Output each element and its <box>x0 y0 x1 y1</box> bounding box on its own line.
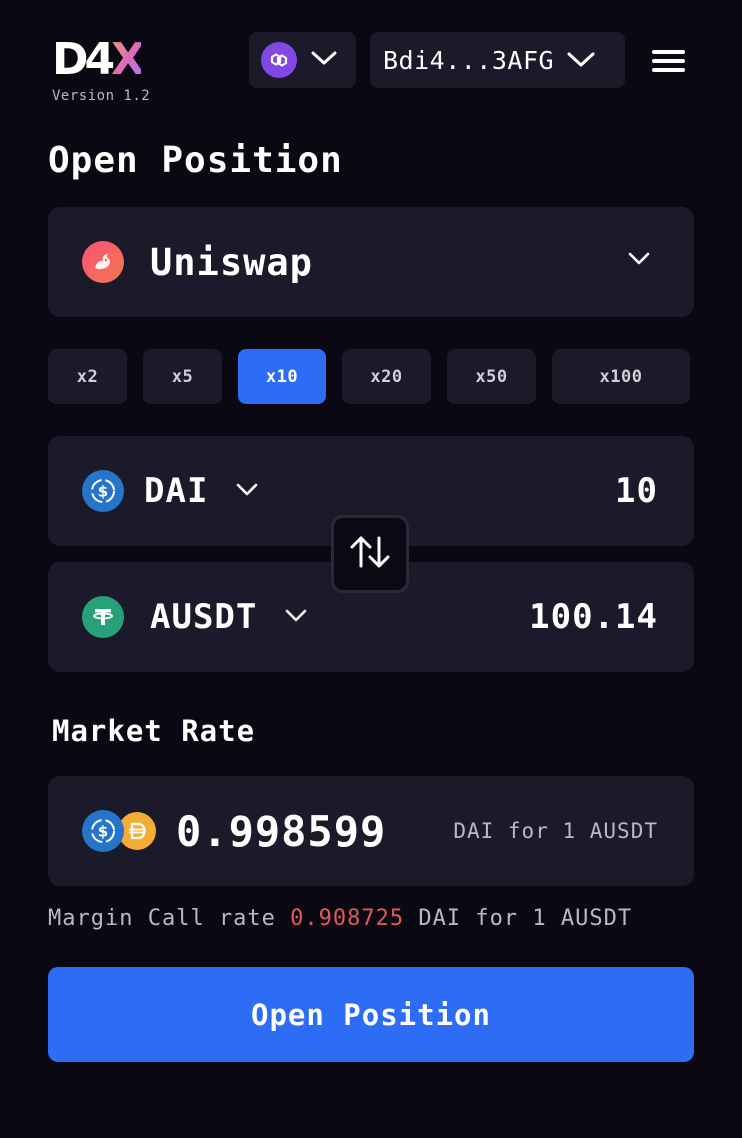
polygon-icon <box>261 42 297 78</box>
chevron-down-icon <box>311 50 337 70</box>
market-rate-unit: DAI for 1 AUSDT <box>453 819 658 843</box>
margin-call-prefix: Margin Call rate <box>48 906 276 931</box>
menu-bar <box>652 50 685 54</box>
logo-x: X <box>111 34 145 85</box>
market-rate-value: 0.998599 <box>176 806 387 856</box>
to-token-selector[interactable]: AUSDT <box>150 597 307 637</box>
uniswap-icon <box>82 241 124 283</box>
leverage-option-x10[interactable]: x10 <box>238 349 326 404</box>
menu-bar <box>652 59 685 63</box>
svg-text:$: $ <box>98 483 108 501</box>
open-position-button[interactable]: Open Position <box>48 967 694 1062</box>
from-amount-input[interactable]: 10 <box>615 471 658 511</box>
network-selector[interactable] <box>249 32 356 88</box>
leverage-option-x2[interactable]: x2 <box>48 349 127 404</box>
margin-call-value: 0.908725 <box>290 906 405 931</box>
swap-arrows-icon <box>347 532 393 576</box>
usdc-dollar-icon: $ <box>82 470 124 512</box>
swap-direction-button[interactable] <box>331 515 409 593</box>
exchange-name: Uniswap <box>150 240 313 284</box>
chevron-down-icon <box>566 46 596 75</box>
margin-call-info: Margin Call rate 0.908725 DAI for 1 AUSD… <box>48 906 632 931</box>
market-rate-heading: Market Rate <box>52 714 256 748</box>
market-rate-panel: $ 0.998599 DAI for 1 AUSDT <box>48 776 694 886</box>
from-token-selector[interactable]: DAI <box>144 471 258 511</box>
leverage-option-x50[interactable]: x50 <box>447 349 536 404</box>
leverage-option-x100[interactable]: x100 <box>552 349 690 404</box>
page-title: Open Position <box>48 140 343 181</box>
exchange-selector[interactable]: Uniswap <box>48 207 694 317</box>
wallet-address: Bdi4...3AFG <box>383 45 555 75</box>
logo-main: D4 <box>52 34 115 85</box>
chevron-down-icon <box>285 608 307 627</box>
to-token-symbol: AUSDT <box>150 597 258 637</box>
logo-wordmark: D4X <box>52 38 162 82</box>
logo[interactable]: D4X Version 1.2 <box>52 38 162 108</box>
tether-icon <box>82 596 124 638</box>
wallet-selector[interactable]: Bdi4...3AFG <box>370 32 625 88</box>
chevron-down-icon <box>628 251 650 270</box>
margin-call-suffix: DAI for 1 AUSDT <box>418 906 633 931</box>
usdc-dollar-icon: $ <box>82 810 124 852</box>
version-label: Version 1.2 <box>52 88 151 104</box>
chevron-down-icon <box>236 482 258 501</box>
leverage-selector: x2 x5 x10 x20 x50 x100 <box>0 349 742 404</box>
from-token-symbol: DAI <box>144 471 209 511</box>
to-amount-output: 100.14 <box>529 597 658 637</box>
svg-text:$: $ <box>98 823 108 841</box>
menu-bar <box>652 68 685 72</box>
token-pair-icons: $ <box>82 810 158 852</box>
leverage-option-x5[interactable]: x5 <box>143 349 222 404</box>
hamburger-menu-icon[interactable] <box>652 50 685 72</box>
app-screen: D4X Version 1.2 Bdi4...3AFG Open Positio… <box>0 0 742 1138</box>
leverage-option-x20[interactable]: x20 <box>342 349 431 404</box>
